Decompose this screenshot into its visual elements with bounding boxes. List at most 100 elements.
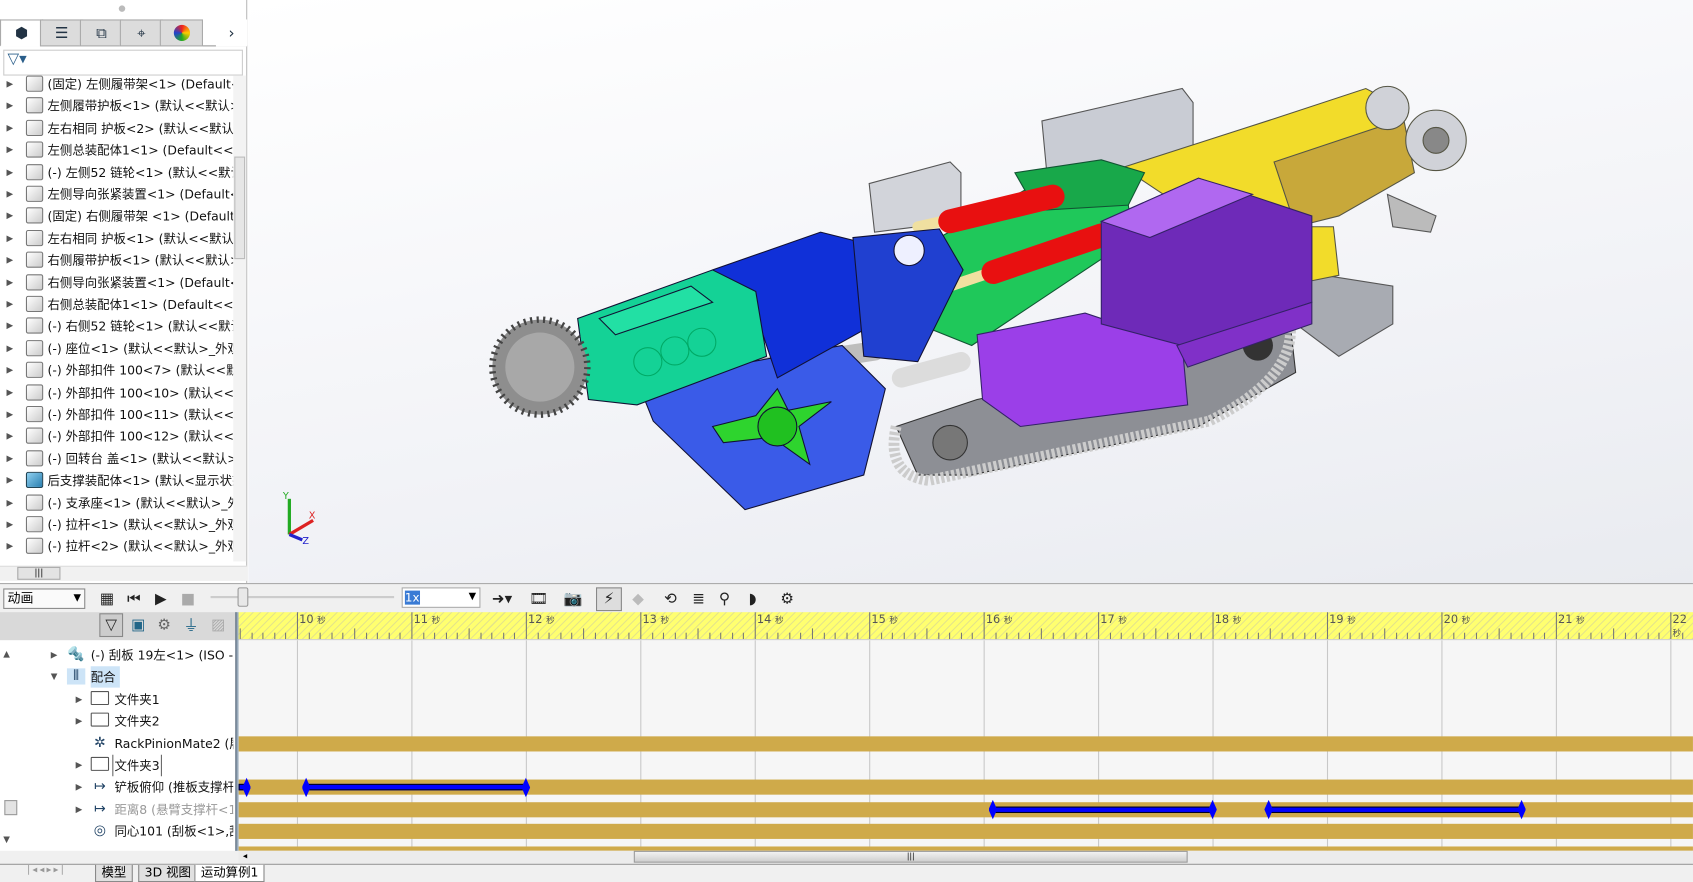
results-plot-icon[interactable]: ▨ — [206, 613, 230, 637]
animation-wizard-icon[interactable]: 📷 — [561, 587, 585, 611]
filter-selected-icon[interactable]: ⚙ — [152, 613, 176, 637]
motion-tree-scroll-thumb[interactable] — [4, 800, 18, 816]
expand-arrow-icon[interactable]: ▶ — [76, 777, 83, 799]
motion-tree-scroll-up[interactable]: ▲ — [3, 649, 10, 659]
configurationmanager-tab-icon[interactable]: ⧉ — [79, 19, 124, 47]
tree-item[interactable]: ▶ (-) 支承座<1> (默认<<默认>_外观 — [0, 492, 233, 514]
change-bar[interactable] — [1268, 806, 1522, 813]
expand-arrow-icon[interactable]: ▶ — [6, 184, 13, 206]
expand-arrow-icon[interactable]: ▶ — [6, 448, 13, 470]
play-from-start-icon[interactable]: ⏮ — [122, 587, 146, 611]
expand-arrow-icon[interactable]: ▶ — [6, 139, 13, 161]
spring-icon[interactable]: ≣ — [687, 587, 711, 611]
tree-item[interactable]: ▶ (-) 外部扣件 100<10> (默认<<默 — [0, 382, 233, 404]
timeline-bar[interactable] — [238, 735, 1693, 752]
expand-arrow-icon[interactable]: ▶ — [6, 492, 13, 514]
timeline-ruler[interactable]: 10 秒 11 秒 12 秒 13 秒 14 秒 15 秒 16 秒 17 秒 18 秒 19 秒… — [238, 612, 1693, 641]
featuremanager-tab-icon[interactable]: ⬢ — [0, 19, 44, 47]
expand-arrow-icon[interactable]: ▶ — [6, 206, 13, 228]
tree-item[interactable]: ▶ (-) 外部扣件 100<12> (默认<<默 — [0, 426, 233, 448]
expand-arrow-icon[interactable]: ▶ — [6, 404, 13, 426]
expand-arrow-icon[interactable]: ▶ — [76, 689, 83, 711]
tree-hscroll-thumb[interactable]: ||| — [17, 566, 61, 580]
tree-item[interactable]: ▶ 后支撑装配体<1> (默认<显示状态 — [0, 470, 233, 492]
expand-arrow-icon[interactable]: ▶ — [6, 426, 13, 448]
chevron-right-icon[interactable]: › — [215, 19, 248, 47]
calculate-icon[interactable]: ▦ — [95, 587, 119, 611]
tree-item[interactable]: ▶ 右侧导向张紧装置<1> (Default<- — [0, 272, 233, 294]
tree-item[interactable]: ▶ (-) 右侧52 链轮<1> (默认<<默认 — [0, 316, 233, 338]
study-type-select[interactable]: 动画 ▼ — [3, 588, 86, 609]
save-animation-icon[interactable]: 🎞 — [527, 587, 551, 611]
expand-arrow-icon[interactable]: ▶ — [76, 711, 83, 733]
expand-arrow-icon[interactable]: ▶ — [6, 536, 13, 558]
play-icon[interactable]: ▶ — [149, 587, 173, 611]
change-bar[interactable] — [992, 806, 1213, 813]
filter-results-icon[interactable]: ⏚ — [179, 613, 203, 637]
expand-arrow-icon[interactable]: ▶ — [6, 162, 13, 184]
motion-tree-item[interactable]: ▶ ↦ 铲板俯仰 (推板支撑杆 — [0, 777, 234, 799]
expand-arrow-icon[interactable]: ▶ — [6, 470, 13, 492]
motion-tree-item[interactable]: ▶ ↦ 距离8 (悬臂支撑杆<1: — [0, 799, 234, 821]
tab-navigation-icons[interactable]: |◂◂▸▸| — [27, 865, 66, 876]
contact-icon[interactable]: ◗ — [741, 587, 765, 611]
motion-tree-item[interactable]: ▶ 文件夹1 — [0, 689, 233, 711]
motion-tree-item[interactable]: ▶ 文件夹3 — [0, 754, 233, 777]
stop-icon[interactable]: ■ — [176, 587, 200, 611]
filter-animated-icon[interactable]: ▽ — [99, 613, 124, 638]
motion-tree-item[interactable]: ▶ 文件夹2 — [0, 711, 233, 733]
timeline-area[interactable] — [238, 640, 1693, 851]
tree-vertical-scrollbar[interactable] — [233, 75, 247, 562]
expand-arrow-icon[interactable]: ▶ — [6, 382, 13, 404]
tree-item[interactable]: ▶ 左侧履带护板<1> (默认<<默认>_ — [0, 95, 233, 117]
expand-arrow-icon[interactable]: ▶ — [6, 514, 13, 536]
expand-arrow-icon[interactable]: ▼ — [51, 667, 58, 689]
change-bar[interactable] — [306, 784, 526, 791]
tree-item[interactable]: ▶ 左右相同 护板<1> (默认<<默认: — [0, 228, 233, 250]
graphics-viewport[interactable]: Y X Z — [248, 0, 1693, 584]
motor-icon[interactable]: ⟲ — [659, 587, 683, 611]
expand-arrow-icon[interactable]: ▶ — [51, 645, 58, 667]
expand-arrow-icon[interactable]: ▶ — [6, 294, 13, 316]
tree-item[interactable]: ▶ 右侧履带护板<1> (默认<<默认>_ — [0, 250, 233, 272]
tree-item[interactable]: ▶ (-) 左侧52 链轮<1> (默认<<默认 — [0, 162, 233, 184]
motion-tree-scroll-down[interactable]: ▼ — [3, 835, 10, 845]
autokey-icon[interactable]: ⚡ — [595, 587, 622, 612]
tree-item[interactable]: ▶ 左右相同 护板<2> (默认<<默认: — [0, 117, 233, 139]
tree-scroll-thumb[interactable] — [234, 156, 246, 260]
tree-item[interactable]: ▶ (固定) 右侧履带架 <1> (Default< — [0, 206, 233, 228]
timeline-horizontal-scrollbar[interactable]: ||| ◂ — [238, 850, 1693, 864]
tree-item[interactable]: ▶ (-) 外部扣件 100<11> (默认<<默 — [0, 404, 233, 426]
expand-arrow-icon[interactable]: ▶ — [76, 755, 83, 777]
tab-motion-study-1[interactable]: 运动算例1 — [194, 864, 265, 882]
expand-arrow-icon[interactable]: ▶ — [6, 117, 13, 139]
motion-tree-item[interactable]: ◎ 同心101 (刮板<1>,刮 — [0, 821, 233, 843]
tree-item[interactable]: ▶ (-) 回转台 盖<1> (默认<<默认>_ — [0, 448, 233, 470]
tree-item[interactable]: ▶ 右侧总装配体1<1> (Default<<De — [0, 294, 233, 316]
tree-item[interactable]: ▶ 左侧导向张紧装置<1> (Default<- — [0, 184, 233, 206]
tree-item[interactable]: ▶ (-) 拉杆<2> (默认<<默认>_外观 — [0, 536, 233, 558]
expand-arrow-icon[interactable]: ▶ — [6, 338, 13, 360]
motion-tree-item[interactable]: ✲ RackPinionMate2 (履 — [0, 733, 233, 755]
filter-icon[interactable]: ▽▾ — [3, 49, 243, 76]
display-manager-tab-icon[interactable] — [159, 19, 203, 47]
playback-speed-select[interactable]: 1x ▼ — [401, 587, 481, 608]
tree-item[interactable]: ▶ 左侧总装配体1<1> (Default<<De — [0, 139, 233, 161]
propertymanager-tab-icon[interactable]: ☰ — [39, 19, 84, 47]
add-key-icon[interactable]: ◆ — [626, 587, 650, 611]
expand-arrow-icon[interactable]: ▶ — [76, 799, 83, 821]
tab-model[interactable]: 模型 — [95, 864, 133, 882]
tree-item[interactable]: ▶ (-) 座位<1> (默认<<默认>_外观 — [0, 338, 233, 360]
damper-icon[interactable]: ⚲ — [713, 587, 737, 611]
slider-thumb[interactable] — [237, 587, 249, 607]
scroll-left-icon[interactable]: ◂ — [243, 851, 247, 861]
dimxpert-tab-icon[interactable]: ⌖ — [119, 19, 164, 47]
gear-icon[interactable]: ⚙ — [775, 587, 799, 611]
expand-arrow-icon[interactable]: ▶ — [6, 360, 13, 382]
expand-arrow-icon[interactable]: ▶ — [6, 316, 13, 338]
timeline-scroll-thumb[interactable]: ||| — [633, 850, 1188, 863]
tree-item[interactable]: ▶ (固定) 左侧履带架<1> (Default<- — [0, 73, 233, 95]
expand-arrow-icon[interactable]: ▶ — [6, 228, 13, 250]
timeline-bar[interactable] — [238, 824, 1693, 840]
expand-arrow-icon[interactable]: ▶ — [6, 272, 13, 294]
